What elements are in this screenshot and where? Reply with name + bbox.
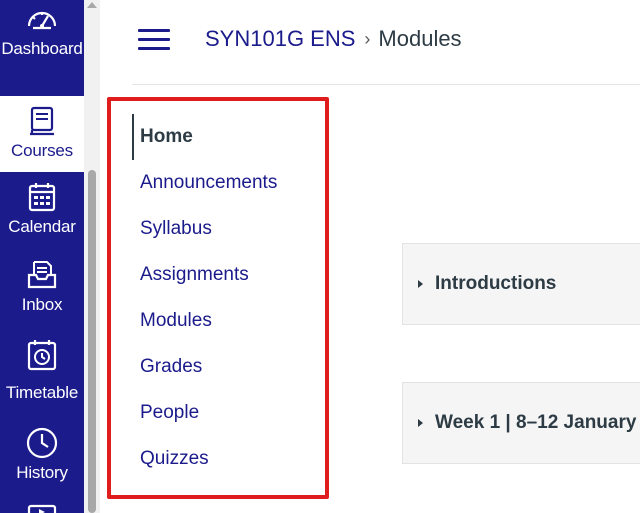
- expand-caret-icon: [418, 419, 423, 427]
- header-divider: [132, 84, 640, 85]
- history-icon: [26, 427, 58, 459]
- calendar-icon: [28, 183, 56, 212]
- courses-icon: [30, 106, 54, 136]
- nav-calendar[interactable]: Calendar: [0, 180, 84, 256]
- nav-dashboard-label: Dashboard: [1, 39, 83, 58]
- global-nav: Dashboard Courses Calendar Inbox Timetab…: [0, 0, 84, 513]
- nav-timetable-label: Timetable: [5, 383, 79, 402]
- nav-courses-label: Courses: [11, 141, 73, 160]
- module-header[interactable]: Introductions: [402, 243, 640, 325]
- course-nav: Home Announcements Syllabus Assignments …: [132, 114, 322, 482]
- nav-scrollbar[interactable]: [84, 0, 100, 513]
- breadcrumb-current-page: Modules: [378, 26, 462, 51]
- scroll-up-arrow-icon[interactable]: [87, 2, 97, 8]
- course-nav-grades[interactable]: Grades: [132, 344, 322, 390]
- course-nav-syllabus[interactable]: Syllabus: [132, 206, 322, 252]
- dashboard-icon: [27, 11, 57, 30]
- breadcrumb: SYN101G ENS › Modules: [205, 24, 462, 54]
- module-title: Introductions: [435, 273, 557, 294]
- studio-icon[interactable]: [25, 502, 59, 513]
- course-nav-assignments[interactable]: Assignments: [132, 252, 322, 298]
- scrollbar-thumb[interactable]: [88, 170, 96, 513]
- course-nav-people[interactable]: People: [132, 390, 322, 436]
- course-menu-toggle-button[interactable]: [138, 27, 170, 51]
- course-nav-quizzes[interactable]: Quizzes: [132, 436, 322, 482]
- hamburger-icon-bar: [138, 47, 170, 50]
- course-nav-home[interactable]: Home: [132, 114, 322, 160]
- course-nav-modules[interactable]: Modules: [132, 298, 322, 344]
- breadcrumb-course-link[interactable]: SYN101G ENS: [205, 26, 355, 52]
- nav-timetable[interactable]: Timetable: [0, 338, 84, 424]
- hamburger-icon: [138, 29, 170, 32]
- nav-history[interactable]: History: [0, 426, 84, 502]
- nav-inbox-label: Inbox: [21, 295, 63, 314]
- nav-history-label: History: [16, 463, 68, 482]
- timetable-icon: [27, 340, 57, 371]
- module-title: Week 1 | 8–12 January: [435, 412, 637, 433]
- expand-caret-icon: [418, 280, 423, 288]
- nav-dashboard[interactable]: Dashboard: [0, 2, 84, 92]
- nav-calendar-label: Calendar: [8, 217, 76, 236]
- breadcrumb-separator-icon: ›: [364, 28, 371, 49]
- module-header[interactable]: Week 1 | 8–12 January: [402, 382, 640, 464]
- inbox-icon: [27, 261, 57, 289]
- nav-courses[interactable]: Courses: [0, 96, 84, 172]
- course-nav-announcements[interactable]: Announcements: [132, 160, 322, 206]
- nav-inbox[interactable]: Inbox: [0, 258, 84, 334]
- hamburger-icon-bar: [138, 38, 170, 41]
